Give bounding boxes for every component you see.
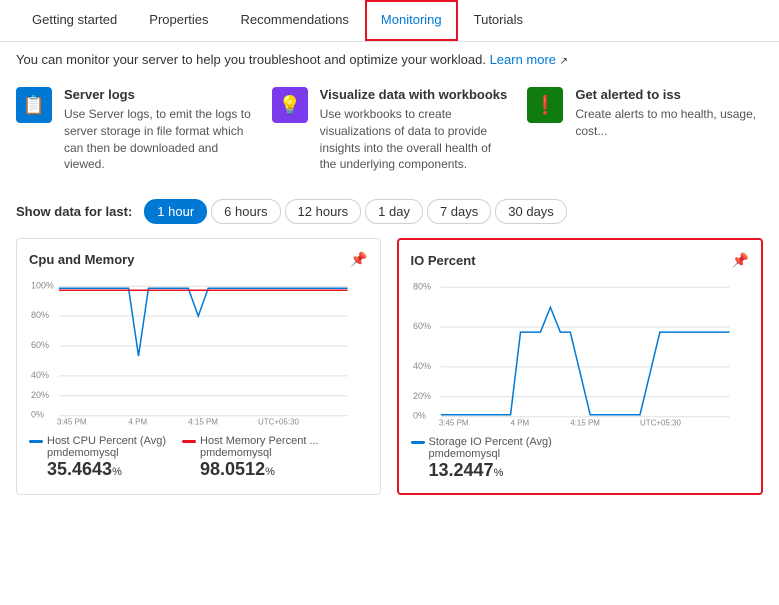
server-logs-description: Use Server logs, to emit the logs to ser… bbox=[64, 106, 252, 173]
info-bar: You can monitor your server to help you … bbox=[0, 42, 779, 77]
svg-text:80%: 80% bbox=[412, 281, 430, 291]
feature-card-server-logs: 📋 Server logs Use Server logs, to emit t… bbox=[16, 87, 252, 173]
svg-text:UTC+05:30: UTC+05:30 bbox=[639, 419, 680, 427]
time-btn-1hour[interactable]: 1 hour bbox=[144, 199, 207, 224]
legend-color-cpu bbox=[29, 440, 43, 443]
chart-card-cpu-memory: Cpu and Memory 📌 100% 80% 60% 40% 20% 0%… bbox=[16, 238, 381, 495]
alerts-description: Create alerts to mo health, usage, cost.… bbox=[575, 106, 763, 140]
legend-color-io bbox=[411, 441, 425, 444]
legend-label-cpu: Host CPU Percent (Avg) bbox=[29, 435, 166, 447]
chart-header-io-percent: IO Percent 📌 bbox=[411, 252, 750, 269]
legend-unit-io: % bbox=[494, 467, 504, 479]
svg-text:60%: 60% bbox=[412, 321, 430, 331]
svg-text:20%: 20% bbox=[412, 391, 430, 401]
navigation: Getting startedPropertiesRecommendations… bbox=[0, 0, 779, 42]
legend-label-text-cpu: Host CPU Percent (Avg) bbox=[47, 435, 166, 447]
chart-title-io-percent: IO Percent bbox=[411, 253, 476, 268]
external-link-icon: ↗ bbox=[560, 56, 568, 67]
legend-value-io: 13.2447 bbox=[429, 460, 494, 480]
svg-text:4:15 PM: 4:15 PM bbox=[188, 418, 218, 426]
time-btn-7days[interactable]: 7 days bbox=[427, 199, 491, 224]
legend-value-row-memory: 98.0512% bbox=[200, 459, 319, 480]
svg-text:40%: 40% bbox=[412, 361, 430, 371]
time-btn-12hours[interactable]: 12 hours bbox=[285, 199, 362, 224]
feature-row: 📋 Server logs Use Server logs, to emit t… bbox=[0, 77, 779, 189]
svg-text:40%: 40% bbox=[31, 370, 49, 380]
cpu-memory-chart-svg: 100% 80% 60% 40% 20% 0% 3:45 PM 4 PM 4:1… bbox=[29, 276, 368, 426]
time-btn-6hours[interactable]: 6 hours bbox=[211, 199, 280, 224]
legend-value-cpu: 35.4643 bbox=[47, 459, 112, 479]
svg-text:20%: 20% bbox=[31, 390, 49, 400]
svg-text:0%: 0% bbox=[412, 411, 425, 421]
info-text: You can monitor your server to help you … bbox=[16, 52, 490, 67]
legend-row-io-percent: Storage IO Percent (Avg) pmdemomysql 13.… bbox=[411, 436, 750, 481]
legend-unit-memory: % bbox=[265, 466, 275, 478]
legend-item-memory: Host Memory Percent ... pmdemomysql 98.0… bbox=[182, 435, 319, 480]
legend-label-text-memory: Host Memory Percent ... bbox=[200, 435, 319, 447]
svg-text:60%: 60% bbox=[31, 340, 49, 350]
legend-value-memory: 98.0512 bbox=[200, 459, 265, 479]
chart-title-cpu-memory: Cpu and Memory bbox=[29, 252, 134, 267]
legend-item-cpu: Host CPU Percent (Avg) pmdemomysql 35.46… bbox=[29, 435, 166, 480]
pin-icon-cpu-memory[interactable]: 📌 bbox=[350, 251, 367, 268]
legend-label-memory: Host Memory Percent ... bbox=[182, 435, 319, 447]
learn-more-link[interactable]: Learn more bbox=[490, 52, 556, 67]
svg-text:4:15 PM: 4:15 PM bbox=[570, 419, 600, 427]
svg-text:100%: 100% bbox=[31, 280, 54, 290]
time-selector: Show data for last: 1 hour6 hours12 hour… bbox=[0, 189, 779, 238]
legend-item-io: Storage IO Percent (Avg) pmdemomysql 13.… bbox=[411, 436, 552, 481]
pin-icon-io-percent[interactable]: 📌 bbox=[732, 252, 749, 269]
alerts-title: Get alerted to iss bbox=[575, 87, 763, 102]
chart-card-io-percent: IO Percent 📌 80% 60% 40% 20% 0% 3:45 PM … bbox=[397, 238, 764, 495]
legend-label-io: Storage IO Percent (Avg) bbox=[411, 436, 552, 448]
legend-sublabel-memory: pmdemomysql bbox=[200, 447, 319, 459]
nav-item-getting-started[interactable]: Getting started bbox=[16, 0, 133, 41]
workbooks-description: Use workbooks to create visualizations o… bbox=[320, 106, 508, 173]
svg-text:3:45 PM: 3:45 PM bbox=[57, 418, 87, 426]
feature-card-workbooks: 💡 Visualize data with workbooks Use work… bbox=[272, 87, 508, 173]
time-btn-1day[interactable]: 1 day bbox=[365, 199, 423, 224]
feature-card-alerts: ❗ Get alerted to iss Create alerts to mo… bbox=[527, 87, 763, 173]
svg-text:3:45 PM: 3:45 PM bbox=[438, 419, 468, 427]
time-btn-30days[interactable]: 30 days bbox=[495, 199, 567, 224]
svg-text:0%: 0% bbox=[31, 410, 44, 420]
nav-item-tutorials[interactable]: Tutorials bbox=[458, 0, 539, 41]
io-percent-chart-svg: 80% 60% 40% 20% 0% 3:45 PM 4 PM 4:15 PM … bbox=[411, 277, 750, 427]
legend-color-memory bbox=[182, 440, 196, 443]
server-logs-icon: 📋 bbox=[16, 87, 52, 123]
svg-text:4 PM: 4 PM bbox=[129, 418, 148, 426]
nav-item-monitoring[interactable]: Monitoring bbox=[365, 0, 458, 41]
workbooks-title: Visualize data with workbooks bbox=[320, 87, 508, 102]
server-logs-title: Server logs bbox=[64, 87, 252, 102]
legend-unit-cpu: % bbox=[112, 466, 122, 478]
legend-sublabel-cpu: pmdemomysql bbox=[47, 447, 166, 459]
legend-sublabel-io: pmdemomysql bbox=[429, 448, 552, 460]
legend-label-text-io: Storage IO Percent (Avg) bbox=[429, 436, 552, 448]
legend-row-cpu-memory: Host CPU Percent (Avg) pmdemomysql 35.46… bbox=[29, 435, 368, 480]
nav-item-properties[interactable]: Properties bbox=[133, 0, 224, 41]
svg-text:UTC+05:30: UTC+05:30 bbox=[258, 418, 299, 426]
time-selector-label: Show data for last: bbox=[16, 204, 132, 219]
svg-text:80%: 80% bbox=[31, 310, 49, 320]
workbooks-icon: 💡 bbox=[272, 87, 308, 123]
nav-item-recommendations[interactable]: Recommendations bbox=[225, 0, 365, 41]
chart-header-cpu-memory: Cpu and Memory 📌 bbox=[29, 251, 368, 268]
svg-text:4 PM: 4 PM bbox=[510, 419, 529, 427]
charts-row: Cpu and Memory 📌 100% 80% 60% 40% 20% 0%… bbox=[0, 238, 779, 511]
legend-value-row-io: 13.2447% bbox=[429, 460, 552, 481]
alerts-icon: ❗ bbox=[527, 87, 563, 123]
legend-value-row-cpu: 35.4643% bbox=[47, 459, 166, 480]
